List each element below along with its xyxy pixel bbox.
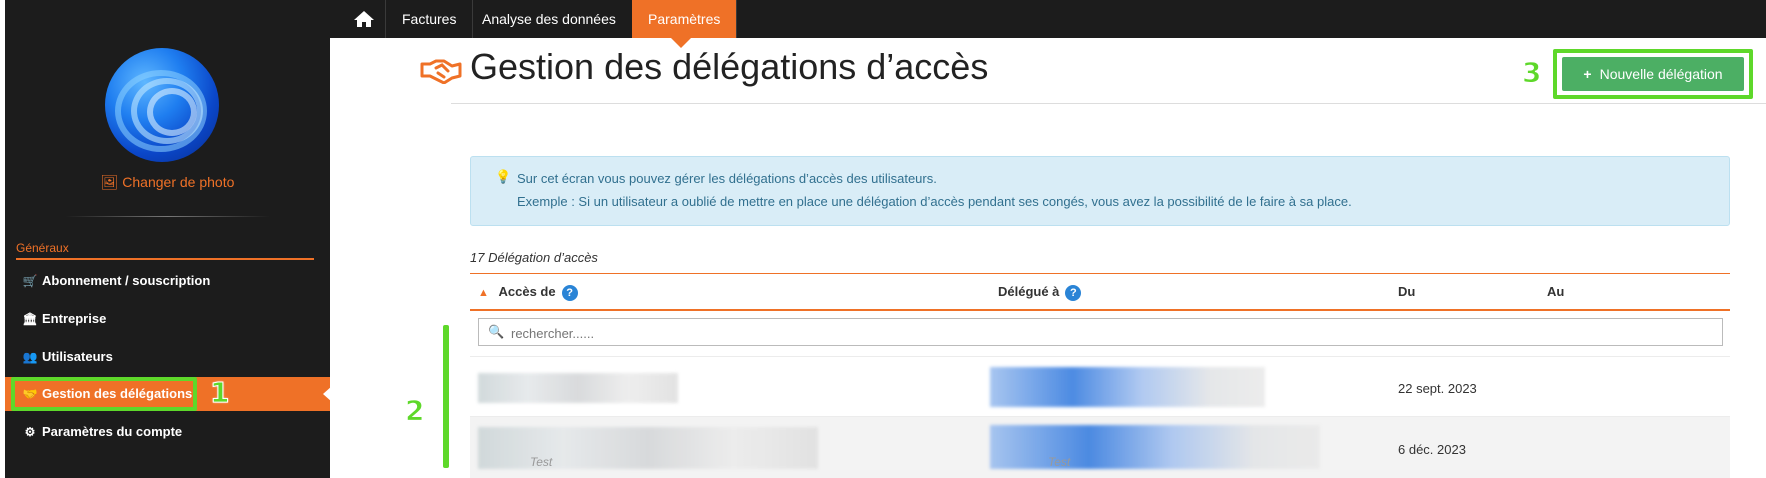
sort-asc-icon: ▲ <box>478 287 489 299</box>
sidebar-divider <box>65 216 270 217</box>
nav-parametres[interactable]: Paramètres <box>632 0 738 38</box>
gears-icon: ⚙ <box>24 425 36 439</box>
users-icon: 👥 <box>22 350 38 364</box>
info-line-2: Exemple : Si un utilisateur a oublié de … <box>517 194 1352 209</box>
bank-icon: 🏛 <box>22 312 38 326</box>
active-item-caret <box>323 386 332 402</box>
nav-factures[interactable]: Factures <box>386 0 474 38</box>
row-name-suffix-left: Test <box>530 455 553 469</box>
annotation-2: 2 <box>404 394 425 428</box>
search-icon: 🔍 <box>488 324 505 339</box>
help-icon[interactable]: ? <box>1065 284 1082 301</box>
home-button[interactable] <box>343 0 386 38</box>
top-navbar: Factures Analyse des données Paramètres <box>0 0 1766 38</box>
table-header-underline <box>470 309 1730 311</box>
sidebar: 🖼 Changer de photo Généraux 🛒 Abonnement … <box>5 38 332 478</box>
handshake-icon <box>420 59 462 84</box>
sidebar-item-parametres-compte[interactable]: ⚙ Paramètres du compte <box>5 415 330 449</box>
redacted-user-to <box>990 367 1265 407</box>
column-delegue-a[interactable]: Délégué à? <box>998 284 1082 301</box>
column-du[interactable]: Du <box>1398 284 1415 299</box>
sidebar-item-utilisateurs[interactable]: 👥 Utilisateurs <box>5 340 330 374</box>
column-acces-de[interactable]: ▲ Accès de? <box>478 284 578 301</box>
lightbulb-icon: 💡 <box>495 169 512 184</box>
row-date-from: 6 déc. 2023 <box>1398 442 1466 457</box>
row-date-from: 22 sept. 2023 <box>1398 381 1477 396</box>
annotation-3: 3 <box>1521 56 1542 90</box>
new-delegation-button[interactable]: + Nouvelle délégation <box>1562 57 1744 91</box>
title-divider <box>451 103 1766 104</box>
info-line-1: Sur cet écran vous pouvez gérer les délé… <box>517 171 937 186</box>
avatar[interactable] <box>105 48 219 162</box>
annotation-1: 1 <box>209 376 230 410</box>
column-au[interactable]: Au <box>1547 284 1564 299</box>
nav-analyse-donnees[interactable]: Analyse des données <box>466 0 633 38</box>
highlight-bar-2 <box>443 325 449 468</box>
redacted-user-from <box>478 373 678 403</box>
table-top-border <box>470 273 1730 274</box>
sidebar-item-abonnement[interactable]: 🛒 Abonnement / souscription <box>5 264 330 298</box>
info-alert: 💡 Sur cet écran vous pouvez gérer les dé… <box>470 156 1730 226</box>
search-box[interactable]: 🔍 <box>478 318 1723 346</box>
table-row[interactable]: Test Test 6 déc. 2023 <box>470 416 1730 478</box>
redacted-user-to <box>990 425 1320 469</box>
redacted-user-from <box>478 427 818 469</box>
sidebar-section-title: Généraux <box>16 241 69 255</box>
sidebar-section-underline <box>16 258 314 260</box>
image-icon: 🖼 <box>100 174 123 190</box>
delegation-count: 17 Délégation d’accès <box>470 250 598 265</box>
help-icon[interactable]: ? <box>561 284 578 301</box>
row-name-suffix-right: Test <box>1048 455 1071 469</box>
cart-icon: 🛒 <box>22 274 38 288</box>
home-icon <box>354 11 374 27</box>
highlight-box-1 <box>11 377 197 411</box>
table-row[interactable]: 22 sept. 2023 <box>470 356 1730 416</box>
plus-icon: + <box>1583 66 1592 82</box>
change-photo-link[interactable]: 🖼 Changer de photo <box>5 174 330 191</box>
sidebar-item-entreprise[interactable]: 🏛 Entreprise <box>5 302 330 336</box>
page-title: Gestion des délégations d’accès <box>470 46 989 87</box>
search-input[interactable] <box>509 322 1713 344</box>
